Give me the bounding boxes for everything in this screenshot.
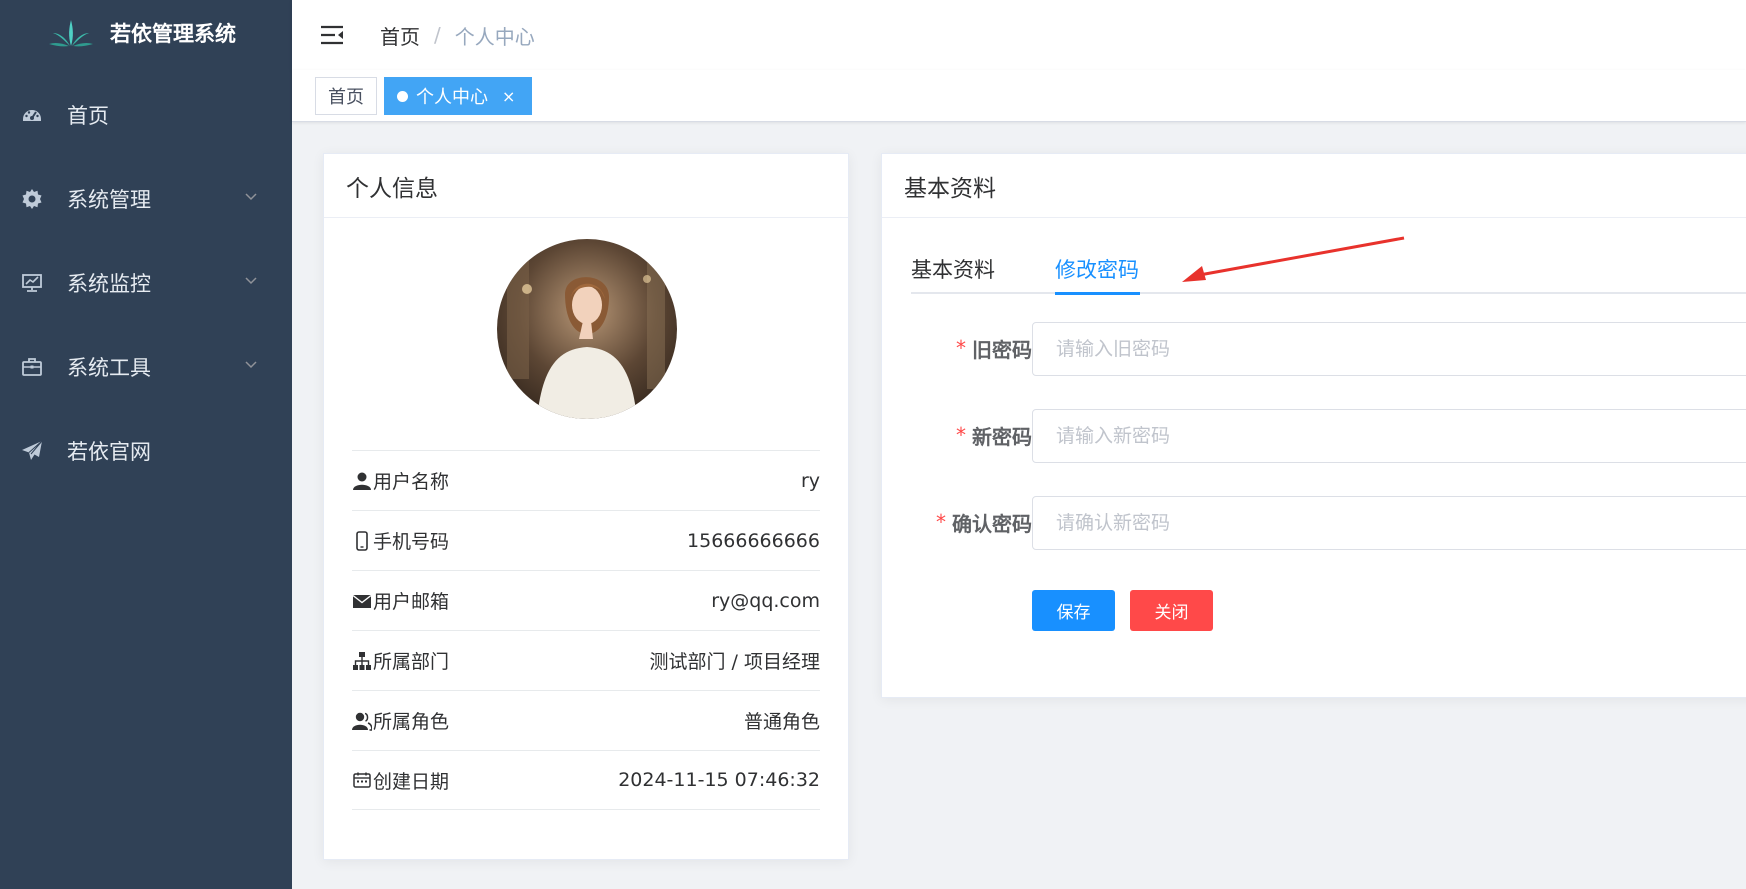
sidebar-item-website[interactable]: 若依官网 <box>0 409 292 493</box>
dashboard-icon <box>20 103 44 127</box>
profile-info-list: 用户名称 ry 手机号码 15666666666 用户邮箱 ry@qq.com … <box>352 450 820 810</box>
toolbox-icon <box>20 355 44 379</box>
profile-row-value: ry@qq.com <box>711 589 820 612</box>
user-icon <box>353 472 371 490</box>
profile-row-dept: 所属部门 测试部门 / 项目经理 <box>352 630 820 690</box>
profile-row-label: 用户邮箱 <box>373 591 450 613</box>
sidebar-item-label: 系统管理 <box>67 188 151 212</box>
form-item-new-password: * 新密码 <box>882 407 1746 463</box>
profile-row-role: 所属角色 普通角色 <box>352 690 820 750</box>
tab-change-password[interactable]: 修改密码 <box>1055 244 1139 294</box>
profile-row-value: 测试部门 / 项目经理 <box>649 651 820 673</box>
profile-row-value: 普通角色 <box>743 711 820 733</box>
profile-row-value: 15666666666 <box>687 529 820 552</box>
form-item-confirm-password: * 确认密码 <box>882 494 1746 550</box>
label-text: 确认密码 <box>952 511 1032 536</box>
sidebar-item-monitor[interactable]: 系统监控 <box>0 241 292 325</box>
profile-row-label: 所属角色 <box>373 711 450 733</box>
new-password-label: * 新密码 <box>956 407 1032 463</box>
profile-row-phone: 手机号码 15666666666 <box>352 510 820 570</box>
peoples-icon <box>352 712 372 731</box>
sidebar-item-label: 若依官网 <box>67 440 151 464</box>
profile-row-value: ry <box>800 469 820 492</box>
avatar[interactable] <box>497 239 677 419</box>
tab-active-indicator <box>1055 292 1140 295</box>
old-password-label: * 旧密码 <box>956 320 1032 376</box>
profile-row-label: 用户名称 <box>373 471 450 493</box>
profile-row-label: 所属部门 <box>373 651 450 673</box>
card-header: 基本资料 <box>882 154 1746 218</box>
sidebar-item-label: 系统工具 <box>67 356 151 380</box>
required-mark: * <box>956 423 966 447</box>
tag-label: 首页 <box>328 87 364 108</box>
sidebar-item-system[interactable]: 系统管理 <box>0 157 292 241</box>
profile-row-value: 2024-11-15 07:46:32 <box>618 769 820 791</box>
profile-row-username: 用户名称 ry <box>352 450 820 510</box>
sidebar-item-tools[interactable]: 系统工具 <box>0 325 292 409</box>
tag-label: 个人中心 <box>416 87 488 108</box>
old-password-input[interactable] <box>1032 322 1746 376</box>
sidebar-item-label: 首页 <box>67 104 109 128</box>
tag-profile[interactable]: 个人中心 × <box>384 77 532 115</box>
required-mark: * <box>956 336 966 360</box>
tree-icon <box>353 651 371 670</box>
chevron-down-icon <box>245 193 257 201</box>
chevron-down-icon <box>245 277 257 285</box>
profile-row-label: 创建日期 <box>373 770 450 793</box>
breadcrumb: 首页 / 个人中心 <box>380 21 535 50</box>
tags-view: 首页 个人中心 × <box>292 70 1746 122</box>
close-icon[interactable]: × <box>502 87 515 106</box>
logo-icon <box>49 20 93 47</box>
logo[interactable]: 若依管理系统 <box>0 0 292 66</box>
confirm-password-input[interactable] <box>1032 496 1746 550</box>
chevron-down-icon <box>245 361 257 369</box>
label-text: 旧密码 <box>972 337 1032 362</box>
profile-row-email: 用户邮箱 ry@qq.com <box>352 570 820 630</box>
mail-icon <box>352 594 372 608</box>
breadcrumb-home[interactable]: 首页 <box>380 21 420 50</box>
sidebar-item-home[interactable]: 首页 <box>0 73 292 157</box>
breadcrumb-separator: / <box>434 23 441 47</box>
annotation-arrow-icon <box>1182 236 1405 282</box>
phone-icon <box>356 530 368 551</box>
profile-card: 个人信息 用户名称 ry 手机号码 15666666666 用户邮箱 ry@qq… <box>323 153 849 860</box>
card-header: 个人信息 <box>324 154 848 218</box>
monitor-icon <box>20 271 44 295</box>
profile-row-label: 手机号码 <box>373 531 450 553</box>
navbar: 首页 / 个人中心 <box>292 0 1746 70</box>
hamburger-icon[interactable] <box>318 21 346 49</box>
active-dot-icon <box>397 90 408 102</box>
close-button[interactable]: 关闭 <box>1130 590 1213 631</box>
label-text: 新密码 <box>972 424 1032 449</box>
breadcrumb-current: 个人中心 <box>454 24 535 49</box>
required-mark: * <box>936 510 946 534</box>
save-button[interactable]: 保存 <box>1032 590 1115 631</box>
form-item-old-password: * 旧密码 <box>882 320 1746 376</box>
new-password-input[interactable] <box>1032 409 1746 463</box>
basic-info-card: 基本资料 基本资料 修改密码 * 旧密码 * 新密码 * 确认密码 保存 关闭 <box>881 153 1746 698</box>
profile-row-created: 创建日期 2024-11-15 07:46:32 <box>352 750 820 810</box>
sidebar-item-label: 系统监控 <box>67 272 151 296</box>
paper-plane-icon <box>20 439 44 463</box>
app-title: 若依管理系统 <box>110 22 236 46</box>
confirm-password-label: * 确认密码 <box>936 494 1032 550</box>
tag-home[interactable]: 首页 <box>315 77 377 115</box>
sidebar: 若依管理系统 首页 系统管理 系统监控 系统工具 若依官网 <box>0 0 292 889</box>
gear-icon <box>20 187 44 211</box>
date-icon <box>353 772 371 788</box>
tab-basic-info[interactable]: 基本资料 <box>911 244 995 294</box>
